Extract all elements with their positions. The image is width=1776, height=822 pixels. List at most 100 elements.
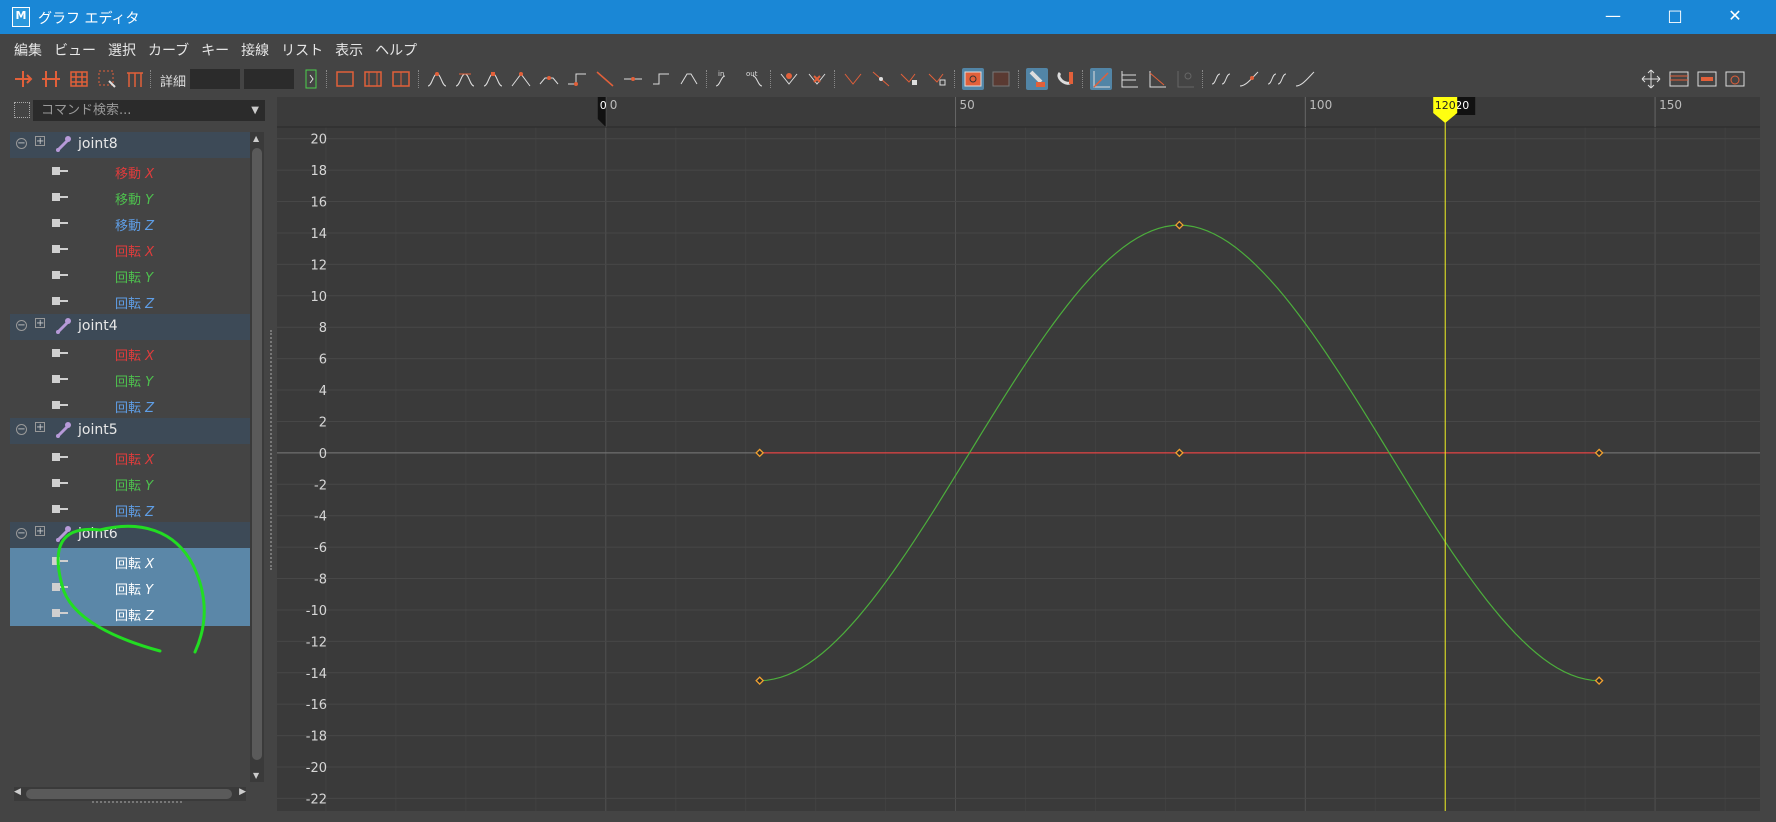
auto-load-graph-editor-icon[interactable] bbox=[962, 68, 984, 90]
menu-show[interactable]: 表示 bbox=[329, 40, 369, 62]
time-editor-icon[interactable] bbox=[1724, 68, 1746, 90]
collapse-icon[interactable]: − bbox=[16, 138, 27, 149]
flat-tangent-icon[interactable] bbox=[538, 68, 560, 90]
outliner-channel-row[interactable]: 移動 Z bbox=[10, 210, 250, 236]
outliner-joint-row[interactable]: − + joint8 bbox=[10, 132, 250, 158]
scroll-up-icon[interactable]: ▲ bbox=[253, 134, 259, 143]
collapse-icon[interactable]: − bbox=[16, 528, 27, 539]
minimize-button[interactable]: — bbox=[1584, 0, 1642, 34]
scroll-down-icon[interactable]: ▼ bbox=[253, 771, 259, 780]
menu-select[interactable]: 選択 bbox=[102, 40, 142, 62]
frame-all-icon[interactable] bbox=[334, 68, 356, 90]
menu-curves[interactable]: カーブ bbox=[142, 40, 195, 62]
break-tangent-icon[interactable] bbox=[622, 68, 644, 90]
outliner-channel-row[interactable]: 回転 X bbox=[10, 548, 250, 574]
linear-tangent-icon[interactable] bbox=[510, 68, 532, 90]
close-button[interactable]: ✕ bbox=[1706, 0, 1764, 34]
time-snap-icon[interactable] bbox=[1026, 68, 1048, 90]
stacked-curves-icon[interactable] bbox=[1118, 68, 1140, 90]
outliner-channel-row[interactable]: 回転 Y bbox=[10, 366, 250, 392]
absolute-view-icon[interactable] bbox=[1174, 68, 1196, 90]
value-snap-icon[interactable] bbox=[1054, 68, 1076, 90]
stats-field-2[interactable] bbox=[244, 69, 294, 89]
scrollbar-thumb[interactable] bbox=[26, 789, 232, 799]
outliner-channel-row[interactable]: 回転 Z bbox=[10, 600, 250, 626]
retime-tool-icon[interactable] bbox=[124, 68, 146, 90]
denormalize-icon[interactable] bbox=[1146, 68, 1168, 90]
expand-icon[interactable]: + bbox=[35, 526, 45, 537]
outliner-channel-row[interactable]: 回転 Y bbox=[10, 470, 250, 496]
outliner-horizontal-scrollbar[interactable]: ◀ ▶ bbox=[14, 787, 246, 801]
auto-tangent-icon[interactable] bbox=[426, 68, 448, 90]
normalize-curves-icon[interactable] bbox=[1090, 68, 1112, 90]
free-tangent-weight-icon[interactable] bbox=[678, 68, 700, 90]
expand-icon[interactable]: + bbox=[35, 422, 45, 433]
graph-view[interactable]: 0 50 100 150020181614121086420-2-4-6-8-10-1… bbox=[277, 97, 1760, 811]
menu-list[interactable]: リスト bbox=[275, 40, 329, 62]
curve-cycle-icon[interactable] bbox=[1266, 68, 1288, 90]
move-view-icon[interactable] bbox=[1640, 68, 1662, 90]
outliner-channel-row[interactable]: 回転 X bbox=[10, 444, 250, 470]
maximize-button[interactable]: □ bbox=[1646, 0, 1704, 34]
collapse-icon[interactable]: − bbox=[16, 424, 27, 435]
pre-infinity-icon[interactable] bbox=[300, 68, 322, 90]
outliner-joint-row[interactable]: − + joint6 bbox=[10, 522, 250, 548]
outliner-joint-row[interactable]: − + joint4 bbox=[10, 314, 250, 340]
command-search-input[interactable]: コマンド検索... ▼ bbox=[33, 100, 265, 121]
buffer-curve-snapshot-icon[interactable] bbox=[778, 68, 800, 90]
outliner-channel-row[interactable]: 回転 Z bbox=[10, 496, 250, 522]
menu-keys[interactable]: キー bbox=[195, 40, 235, 62]
outliner-vertical-scrollbar[interactable]: ▲ ▼ bbox=[250, 132, 264, 782]
menu-help[interactable]: ヘルプ bbox=[369, 40, 423, 62]
load-selected-objects-icon[interactable] bbox=[990, 68, 1012, 90]
in-tangent-icon[interactable]: in bbox=[714, 68, 736, 90]
lock-tangent-weight-icon[interactable] bbox=[898, 68, 920, 90]
swap-buffer-curve-icon[interactable] bbox=[806, 68, 828, 90]
clamped-tangent-icon[interactable] bbox=[482, 68, 504, 90]
channel-name: 回転 Z bbox=[115, 293, 154, 312]
frame-playback-range-icon[interactable] bbox=[362, 68, 384, 90]
dope-sheet-icon[interactable] bbox=[1668, 68, 1690, 90]
spline-tangent-icon[interactable] bbox=[454, 68, 476, 90]
menu-tangents[interactable]: 接線 bbox=[235, 40, 275, 62]
trax-editor-icon[interactable] bbox=[1696, 68, 1718, 90]
curve-cycle-offset-icon[interactable] bbox=[1294, 68, 1316, 90]
scroll-left-icon[interactable]: ◀ bbox=[14, 787, 21, 797]
expand-icon[interactable]: + bbox=[35, 136, 45, 147]
lattice-deform-icon[interactable] bbox=[68, 68, 90, 90]
free-tangent-weight-lock-icon[interactable] bbox=[926, 68, 948, 90]
scrollbar-thumb[interactable] bbox=[252, 148, 262, 760]
outliner-channel-row[interactable]: 回転 X bbox=[10, 236, 250, 262]
center-current-time-icon[interactable] bbox=[390, 68, 412, 90]
resize-grip[interactable] bbox=[92, 801, 182, 803]
channel-name: 移動 Z bbox=[115, 215, 154, 234]
insert-key-tool-icon[interactable] bbox=[40, 68, 62, 90]
scroll-right-icon[interactable]: ▶ bbox=[239, 787, 246, 797]
region-tool-icon[interactable] bbox=[96, 68, 118, 90]
plateau-tangent-icon[interactable] bbox=[594, 68, 616, 90]
menu-view[interactable]: ビュー bbox=[48, 40, 102, 62]
expand-icon[interactable]: + bbox=[35, 318, 45, 329]
stats-field-1[interactable] bbox=[190, 69, 240, 89]
break-tangents-icon[interactable] bbox=[842, 68, 864, 90]
move-key-tool-icon[interactable] bbox=[12, 68, 34, 90]
outliner-channel-row[interactable]: 回転 Z bbox=[10, 392, 250, 418]
outliner-channel-row[interactable]: 回転 Y bbox=[10, 262, 250, 288]
collapse-icon[interactable]: − bbox=[16, 320, 27, 331]
menu-edit[interactable]: 編集 bbox=[8, 40, 48, 62]
outliner-channel-row[interactable]: 移動 X bbox=[10, 158, 250, 184]
outliner-channel-row[interactable]: 回転 Z bbox=[10, 288, 250, 314]
curve-post-infinity-icon[interactable] bbox=[1238, 68, 1260, 90]
unify-tangents-icon[interactable] bbox=[870, 68, 892, 90]
out-tangent-icon[interactable]: out bbox=[742, 68, 764, 90]
chevron-down-icon[interactable]: ▼ bbox=[251, 100, 259, 121]
panel-splitter[interactable] bbox=[270, 330, 272, 570]
outliner-channel-row[interactable]: 移動 Y bbox=[10, 184, 250, 210]
unify-tangent-icon[interactable] bbox=[650, 68, 672, 90]
step-tangent-icon[interactable] bbox=[566, 68, 588, 90]
outliner-joint-row[interactable]: − + joint5 bbox=[10, 418, 250, 444]
outliner-channel-row[interactable]: 回転 Y bbox=[10, 574, 250, 600]
filter-icon[interactable] bbox=[14, 102, 30, 118]
curve-pre-infinity-icon[interactable] bbox=[1210, 68, 1232, 90]
outliner-channel-row[interactable]: 回転 X bbox=[10, 340, 250, 366]
